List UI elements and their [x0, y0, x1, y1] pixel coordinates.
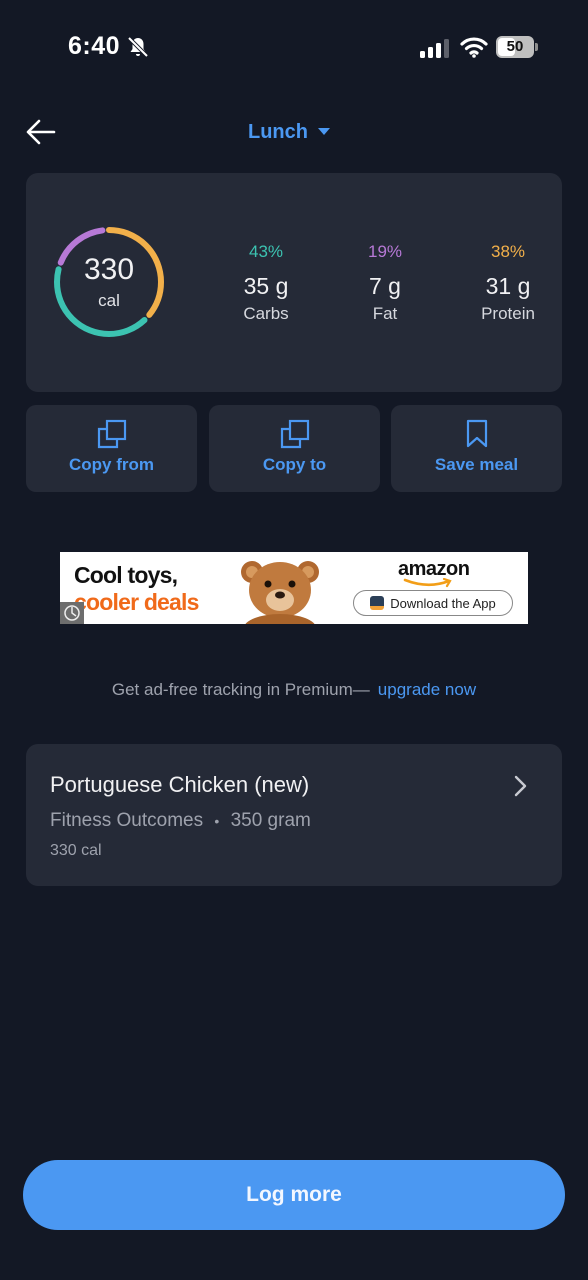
nutrition-summary-card: 330 cal 43% 35 g Carbs 19% 7 g Fat 38% 3… [26, 173, 562, 392]
calorie-unit: cal [98, 291, 120, 310]
macro-grams: 35 g [243, 273, 289, 299]
status-time: 6:40 [68, 32, 121, 60]
macro-percent: 38% [490, 242, 526, 261]
food-calories: 330 cal [50, 842, 102, 859]
ad-banner[interactable]: Cool toys, cooler deals amazon Download … [60, 552, 528, 624]
macro-grams: 31 g [485, 273, 531, 299]
upgrade-link[interactable]: upgrade now [378, 680, 476, 699]
calorie-total: 330 [83, 253, 135, 286]
macro-fat: 19% 7 g Fat [340, 241, 430, 325]
save-meal-button[interactable]: Save meal [391, 405, 562, 492]
save-meal-label: Save meal [434, 455, 519, 474]
copy-icon [97, 419, 126, 449]
ad-download-button[interactable]: Download the App [353, 590, 513, 616]
meal-selector[interactable]: Lunch [248, 118, 330, 146]
macro-name: Carbs [243, 304, 289, 323]
macro-percent: 43% [248, 242, 284, 261]
back-arrow-icon[interactable] [24, 116, 58, 148]
ad-choices-icon[interactable] [60, 602, 84, 624]
ad-headline: Cool toys, [74, 562, 178, 588]
macro-name: Protein [481, 304, 535, 323]
food-details: Fitness Outcomes • 350 gram [50, 810, 311, 832]
app-icon [370, 596, 385, 610]
macro-percent: 19% [367, 242, 403, 261]
teddy-bear-image [241, 561, 319, 624]
food-serving: 350 gram [230, 810, 311, 831]
chevron-right-icon [514, 775, 527, 797]
amazon-smile-icon [403, 578, 452, 588]
caret-down-icon [318, 128, 330, 135]
macro-carbs: 43% 35 g Carbs [221, 241, 311, 325]
copy-to-button[interactable]: Copy to [209, 405, 380, 492]
food-name: Portuguese Chicken (new) [50, 772, 310, 797]
bell-slash-icon [127, 36, 149, 58]
bookmark-icon [466, 419, 487, 448]
copy-from-button[interactable]: Copy from [26, 405, 197, 492]
meta-separator: • [214, 813, 220, 829]
copy-from-label: Copy from [69, 455, 154, 474]
macro-grams: 7 g [369, 273, 401, 299]
ad-cta-label: Download the App [390, 595, 496, 611]
ad-headline-deals: cooler deals [74, 589, 199, 615]
macro-protein: 38% 31 g Protein [463, 241, 553, 325]
food-entry-card[interactable]: Portuguese Chicken (new) Fitness Outcome… [26, 744, 562, 886]
macro-name: Fat [372, 304, 398, 323]
battery-icon: 50 [496, 36, 538, 58]
status-bar: 6:40 50 [0, 0, 588, 96]
log-more-button[interactable]: Log more [23, 1160, 565, 1230]
meal-label: Lunch [248, 120, 308, 143]
copy-icon [280, 419, 309, 449]
signal-icon [420, 39, 449, 58]
food-brand: Fitness Outcomes [50, 810, 204, 831]
battery-percentage: 50 [506, 38, 524, 55]
wifi-icon [460, 37, 488, 58]
premium-text: Get ad-free tracking in Premium— [111, 680, 370, 699]
premium-upsell: Get ad-free tracking in Premium— upgrade … [0, 680, 588, 700]
copy-to-label: Copy to [262, 455, 327, 474]
